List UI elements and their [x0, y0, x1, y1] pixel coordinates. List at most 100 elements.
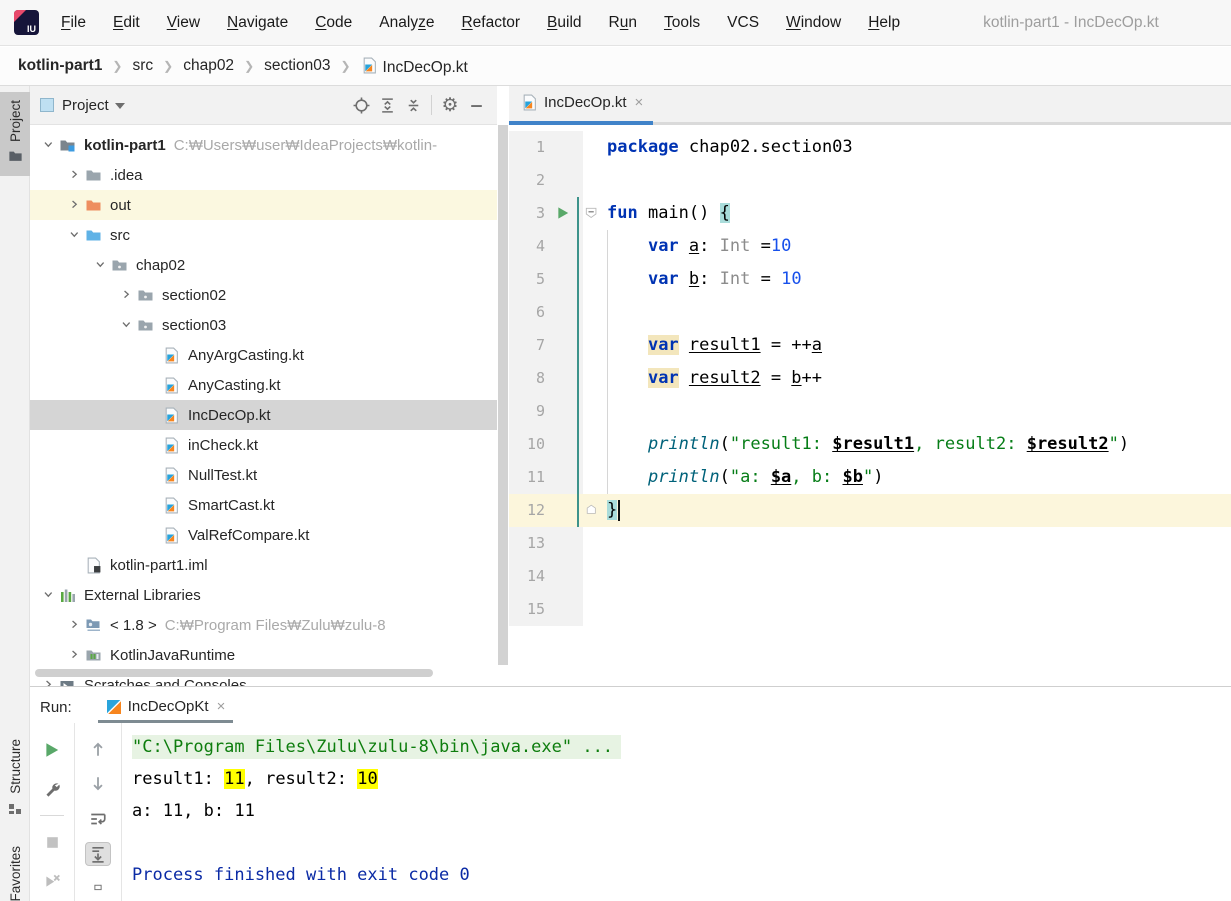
- breadcrumb-item-incdecop.kt[interactable]: IncDecOp.kt: [361, 55, 468, 77]
- code-line-7[interactable]: 7 var result1 = ++a: [509, 329, 1231, 362]
- tree-item-incdecop-kt[interactable]: IncDecOp.kt: [30, 400, 497, 430]
- breadcrumb-item-section03[interactable]: section03: [264, 57, 330, 75]
- tree-item-kotlin-part1-iml[interactable]: kotlin-part1.iml: [30, 550, 497, 580]
- tree-item-section03[interactable]: section03: [30, 310, 497, 340]
- run-gutter-icon[interactable]: [549, 197, 577, 230]
- tree-item-external-libraries[interactable]: External Libraries: [30, 580, 497, 610]
- softwrap-icon[interactable]: [85, 807, 111, 830]
- chevron-down-icon[interactable]: [40, 138, 58, 152]
- kotlin-file-icon: [162, 407, 181, 424]
- code-line-13[interactable]: 13: [509, 527, 1231, 560]
- horizontal-scrollbar[interactable]: [35, 669, 433, 677]
- chevron-right-icon[interactable]: [66, 198, 84, 212]
- code-line-1[interactable]: 1 package chap02.section03: [509, 131, 1231, 164]
- code-line-9[interactable]: 9: [509, 395, 1231, 428]
- tree-item--idea[interactable]: .idea: [30, 160, 497, 190]
- print-partial-icon[interactable]: [85, 878, 111, 901]
- code-line-6[interactable]: 6: [509, 296, 1231, 329]
- code-line-12[interactable]: 12}: [509, 494, 1231, 527]
- menu-item-window[interactable]: Window: [786, 14, 841, 32]
- menu-item-run[interactable]: Run: [609, 14, 637, 32]
- code-line-8[interactable]: 8 var result2 = b++: [509, 362, 1231, 395]
- menu-item-build[interactable]: Build: [547, 14, 581, 32]
- chevron-down-icon[interactable]: [92, 258, 110, 272]
- editor-tab-incdecop[interactable]: IncDecOp.kt ×: [509, 86, 654, 125]
- tree-item-anyargcasting-kt[interactable]: AnyArgCasting.kt: [30, 340, 497, 370]
- tree-item-valrefcompare-kt[interactable]: ValRefCompare.kt: [30, 520, 497, 550]
- tool-button-project[interactable]: Project: [0, 92, 30, 177]
- tree-item-anycasting-kt[interactable]: AnyCasting.kt: [30, 370, 497, 400]
- tree-item-chap02[interactable]: chap02: [30, 250, 497, 280]
- code-line-11[interactable]: 11 println("a: $a, b: $b"): [509, 461, 1231, 494]
- close-icon[interactable]: ×: [217, 698, 226, 715]
- code-line-2[interactable]: 2: [509, 164, 1231, 197]
- project-panel-title[interactable]: Project: [62, 97, 109, 114]
- code-line-14[interactable]: 14: [509, 560, 1231, 593]
- chevron-down-icon[interactable]: [118, 318, 136, 332]
- tree-item-kotlin-part1[interactable]: kotlin-part1 C:₩Users₩user₩IdeaProjects₩k…: [30, 130, 497, 160]
- tree-item--1-8-[interactable]: < 1.8 > C:₩Program Files₩Zulu₩zulu-8: [30, 610, 497, 640]
- hide-icon[interactable]: [463, 92, 489, 118]
- stop-icon[interactable]: [39, 829, 65, 855]
- breadcrumb-separator: ❯: [340, 59, 351, 73]
- chevron-down-icon[interactable]: [40, 588, 58, 602]
- run-tab-incdecopkt[interactable]: IncDecOpKt ×: [97, 690, 234, 723]
- code-line-3[interactable]: 3 fun main() {: [509, 197, 1231, 230]
- chevron-right-icon[interactable]: [66, 648, 84, 662]
- tree-item-incheck-kt[interactable]: inCheck.kt: [30, 430, 497, 460]
- code-line-15[interactable]: 15: [509, 593, 1231, 626]
- iml-file-icon: [84, 557, 103, 574]
- fold-end-icon[interactable]: [583, 494, 601, 527]
- expand-all-icon[interactable]: [374, 92, 400, 118]
- line-number: 12: [526, 501, 545, 519]
- project-panel-scrollbar[interactable]: [497, 86, 509, 686]
- code-line-10[interactable]: 10 println("result1: $result1, result2: …: [509, 428, 1231, 461]
- tree-item-kotlinjavaruntime[interactable]: KotlinJavaRuntime: [30, 640, 497, 670]
- menu-item-code[interactable]: Code: [315, 14, 352, 32]
- collapse-all-icon[interactable]: [400, 92, 426, 118]
- down-icon[interactable]: [85, 772, 111, 795]
- chevron-right-icon[interactable]: [40, 678, 58, 686]
- up-icon[interactable]: [85, 737, 111, 760]
- rerun-failed-icon[interactable]: [39, 868, 65, 894]
- code-line-5[interactable]: 5 var b: Int = 10: [509, 263, 1231, 296]
- settings-icon[interactable]: ⚙: [437, 92, 463, 118]
- menu-item-file[interactable]: File: [61, 14, 86, 32]
- breadcrumb-item-src[interactable]: src: [132, 57, 153, 75]
- wrench-icon[interactable]: [39, 776, 65, 802]
- breadcrumb-item-chap02[interactable]: chap02: [183, 57, 234, 75]
- tool-button-favorites[interactable]: Favorites: [0, 838, 30, 901]
- breadcrumb-item-kotlin-part1[interactable]: kotlin-part1: [18, 57, 102, 75]
- locate-icon[interactable]: [348, 92, 374, 118]
- chevron-down-icon[interactable]: [114, 103, 125, 109]
- code-line-4[interactable]: 4 var a: Int =10: [509, 230, 1231, 263]
- tree-item-nulltest-kt[interactable]: NullTest.kt: [30, 460, 497, 490]
- tree-item-src[interactable]: src: [30, 220, 497, 250]
- tool-button-structure[interactable]: Structure: [0, 731, 30, 830]
- menu-item-analyze[interactable]: Analyze: [379, 14, 434, 32]
- menu-item-edit[interactable]: Edit: [113, 14, 140, 32]
- rerun-icon[interactable]: [39, 737, 65, 763]
- menu-item-vcs[interactable]: VCS: [727, 14, 759, 32]
- menu-item-tools[interactable]: Tools: [664, 14, 700, 32]
- menu-item-navigate[interactable]: Navigate: [227, 14, 288, 32]
- tree-item-label: chap02: [136, 256, 186, 274]
- tree-item-out[interactable]: out: [30, 190, 497, 220]
- tree-item-section02[interactable]: section02: [30, 280, 497, 310]
- code-area[interactable]: 1 package chap02.section03 2 3 fun main() {4…: [509, 125, 1231, 686]
- fold-minus-icon[interactable]: [583, 197, 601, 230]
- tree-item-smartcast-kt[interactable]: SmartCast.kt: [30, 490, 497, 520]
- code-text: }: [601, 494, 621, 527]
- chevron-right-icon[interactable]: [66, 618, 84, 632]
- run-console[interactable]: "C:\Program Files\Zulu\zulu-8\bin\java.e…: [122, 723, 1231, 901]
- chevron-right-icon[interactable]: [66, 168, 84, 182]
- gutter-slot: [549, 362, 577, 395]
- breadcrumb-separator: ❯: [163, 59, 174, 73]
- menu-item-refactor[interactable]: Refactor: [461, 14, 520, 32]
- close-icon[interactable]: ×: [635, 94, 644, 111]
- scroll-end-icon[interactable]: [85, 842, 111, 866]
- menu-item-view[interactable]: View: [167, 14, 200, 32]
- chevron-down-icon[interactable]: [66, 228, 84, 242]
- menu-item-help[interactable]: Help: [868, 14, 900, 32]
- chevron-right-icon[interactable]: [118, 288, 136, 302]
